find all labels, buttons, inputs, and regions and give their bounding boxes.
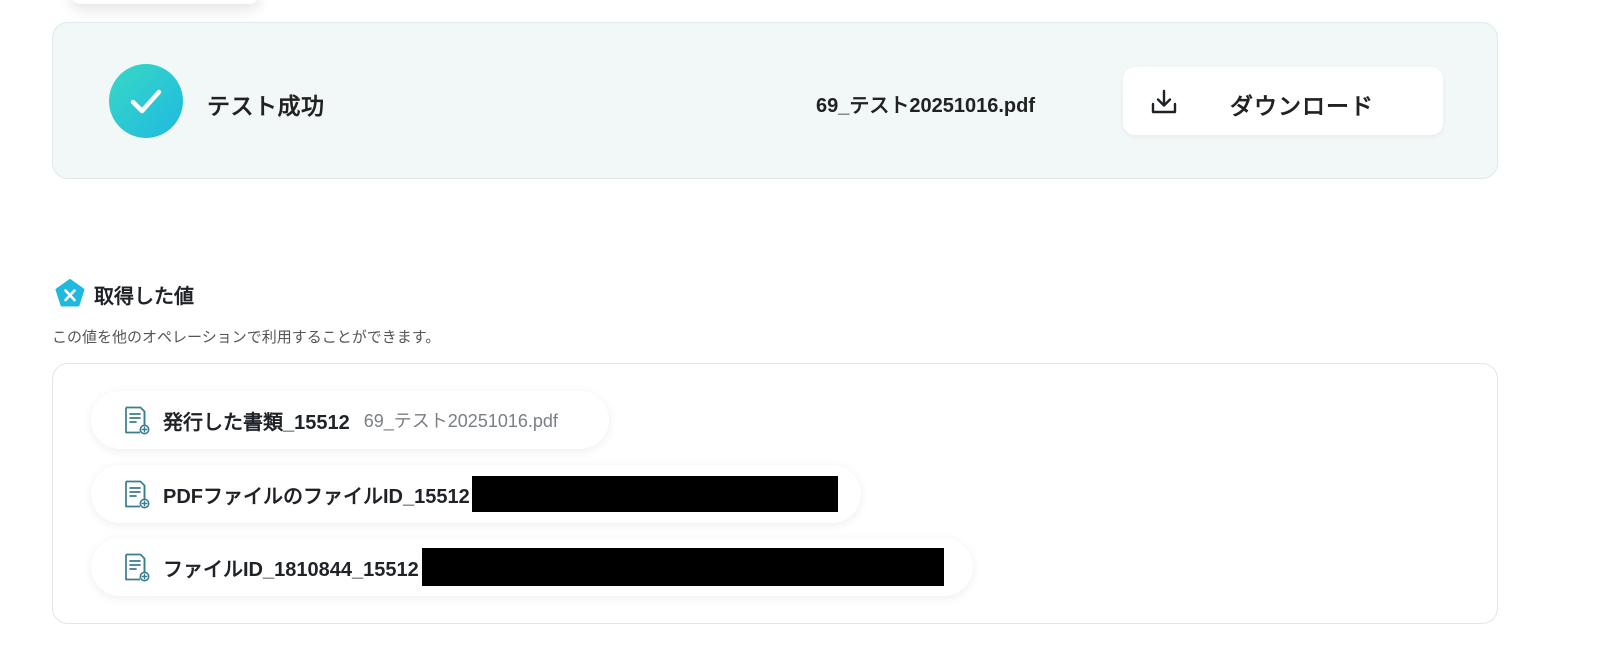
document-icon — [125, 480, 150, 509]
redacted-value — [471, 476, 838, 512]
value-item-label: PDFファイルのファイルID_15512 — [163, 485, 470, 508]
success-check-icon — [109, 64, 183, 138]
document-icon — [125, 406, 150, 435]
result-file-name: 69_テスト20251016.pdf — [816, 95, 1036, 117]
value-item-issued-document[interactable]: 発行した書類_15512 69_テスト20251016.pdf — [91, 391, 609, 449]
value-item-label: 発行した書類_15512 — [163, 411, 350, 434]
obtained-values-list: 発行した書類_15512 69_テスト20251016.pdf PDFファイルの… — [52, 363, 1498, 624]
value-item-file-id[interactable]: ファイルID_1810844_15512 — [91, 538, 973, 596]
value-item-label: ファイルID_1810844_15512 — [163, 558, 419, 581]
redacted-value — [421, 548, 944, 586]
download-label: ダウンロード — [1230, 93, 1374, 119]
previous-element-edge — [70, 0, 260, 4]
value-item-value: 69_テスト20251016.pdf — [363, 411, 558, 431]
download-button[interactable]: ダウンロード — [1123, 67, 1443, 135]
value-item-pdf-file-id[interactable]: PDFファイルのファイルID_15512 — [91, 465, 861, 523]
test-result-card: テスト成功 69_テスト20251016.pdf ダウンロード — [52, 22, 1498, 179]
document-icon — [125, 553, 150, 582]
obtained-values-title: 取得した値 — [94, 285, 194, 308]
obtained-values-description: この値を他のオペレーションで利用することができます。 — [52, 329, 441, 346]
obtained-values-header: 取得した値 — [54, 278, 194, 310]
test-status-label: テスト成功 — [207, 93, 325, 119]
pentagon-x-icon — [55, 279, 85, 307]
download-icon — [1151, 89, 1177, 114]
